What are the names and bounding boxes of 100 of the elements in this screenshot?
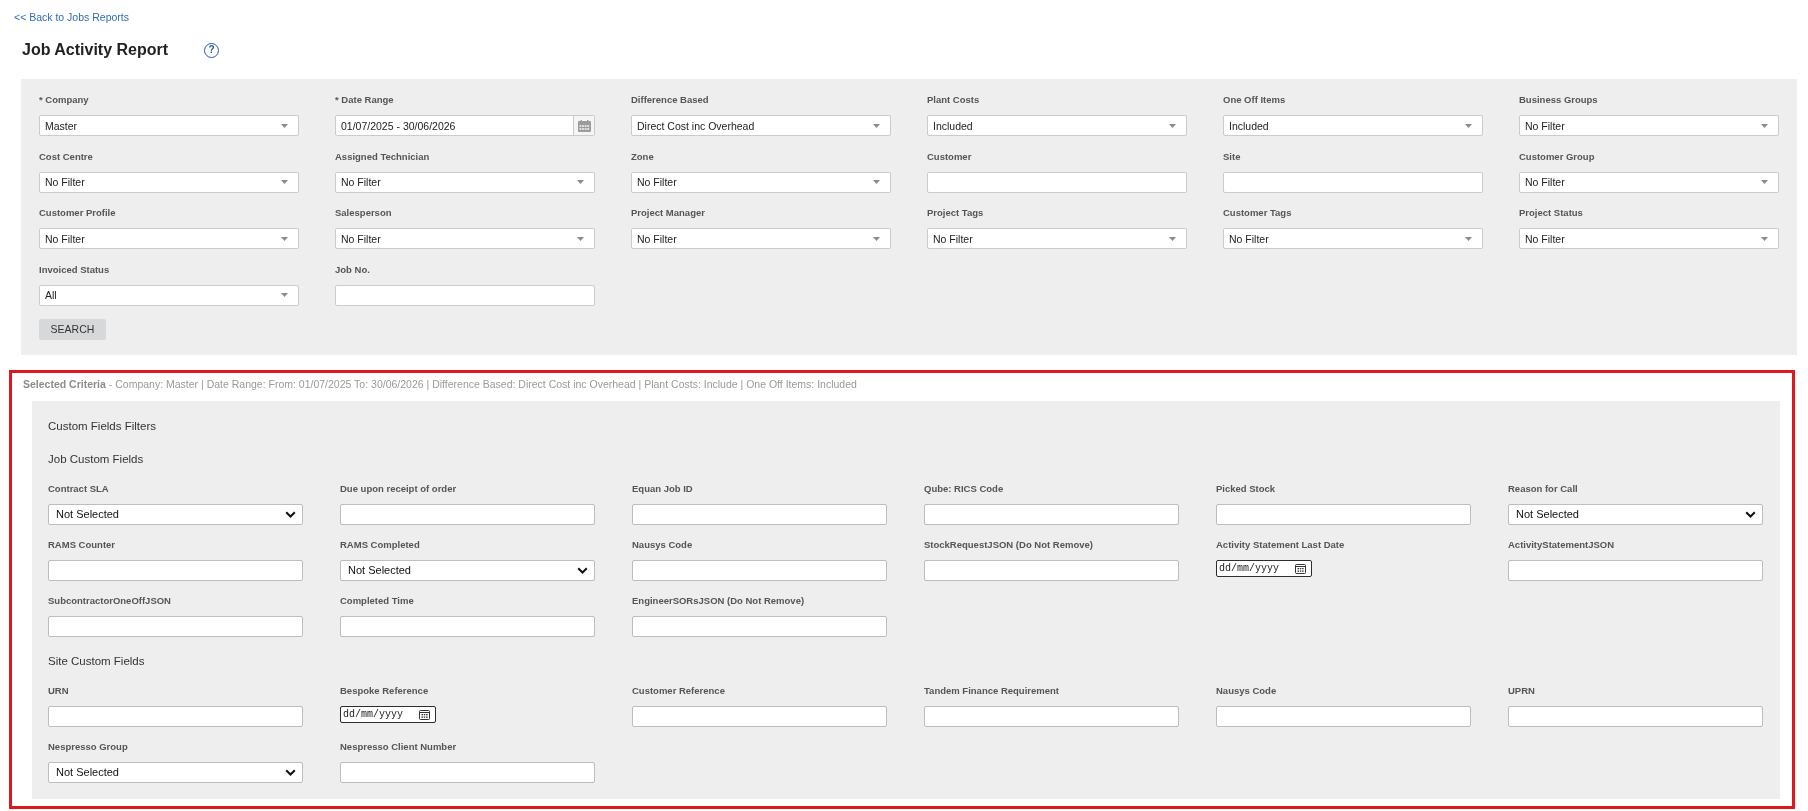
dropdown[interactable]: No Filter	[1519, 171, 1779, 193]
field-label: Project Tags	[927, 206, 985, 220]
field-label: Salesperson	[335, 206, 393, 220]
date-range-field[interactable]: 01/07/2025 - 30/06/2026	[335, 115, 595, 136]
field-label: ActivityStatementJSON	[1508, 537, 1616, 552]
dropdown[interactable]: No Filter	[927, 228, 1187, 249]
field-label: Invoiced Status	[39, 262, 111, 277]
field-label: Customer Tags	[1223, 206, 1293, 220]
dropdown[interactable]: No Filter	[335, 228, 595, 249]
text-field[interactable]	[1508, 705, 1763, 727]
calendar-icon	[419, 708, 430, 720]
dropdown[interactable]: Not Selected	[340, 559, 595, 581]
caret-icon	[281, 123, 288, 128]
search-button[interactable]: SEARCH	[39, 318, 106, 340]
text-field[interactable]	[1508, 559, 1763, 581]
text-field[interactable]	[335, 284, 595, 306]
help-button[interactable]: ?	[204, 42, 220, 58]
dropdown[interactable]: Not Selected	[48, 761, 303, 783]
field-label: URN	[48, 683, 70, 698]
text-field[interactable]	[340, 615, 595, 637]
caret-icon	[873, 180, 880, 184]
field-label: Due upon receipt of order	[340, 481, 458, 496]
calendar-button[interactable]	[573, 116, 594, 135]
field-label: Completed Time	[340, 593, 415, 608]
text-field[interactable]	[924, 705, 1179, 727]
dropdown[interactable]: No Filter	[39, 228, 299, 249]
back-link[interactable]: << Back to Jobs Reports	[14, 10, 129, 24]
field-label: Qube: RICS Code	[924, 481, 1005, 496]
caret-icon	[873, 123, 880, 128]
dropdown[interactable]: Not Selected	[48, 503, 303, 525]
dropdown[interactable]: All	[39, 284, 299, 306]
text-field[interactable]	[924, 503, 1179, 525]
dropdown[interactable]: Master	[39, 115, 299, 136]
caret-icon	[281, 293, 288, 297]
field-label: Picked Stock	[1216, 481, 1277, 496]
dropdown[interactable]: No Filter	[1223, 228, 1483, 249]
chevron-down-icon	[577, 566, 588, 574]
caret-icon	[1761, 236, 1768, 241]
caret-icon	[1761, 180, 1768, 184]
field-label: Business Groups	[1519, 93, 1599, 107]
chevron-down-icon	[285, 768, 296, 776]
field-label: Project Manager	[631, 206, 706, 220]
dropdown[interactable]: No Filter	[39, 171, 299, 193]
calendar-icon	[1295, 562, 1306, 574]
field-label: Customer Profile	[39, 206, 117, 220]
caret-icon	[873, 236, 880, 241]
text-field[interactable]	[632, 559, 887, 581]
text-field[interactable]	[927, 171, 1187, 193]
text-field[interactable]	[340, 761, 595, 783]
field-label: EngineerSORsJSON (Do Not Remove)	[632, 593, 806, 608]
caret-icon	[1169, 236, 1176, 241]
dropdown[interactable]: Direct Cost inc Overhead	[631, 115, 891, 136]
field-label: * Company	[39, 93, 90, 107]
field-label: Site	[1223, 149, 1242, 164]
field-label: * Date Range	[335, 93, 395, 107]
caret-icon	[281, 180, 288, 184]
text-field[interactable]	[48, 705, 303, 727]
dropdown[interactable]: No Filter	[1519, 228, 1779, 249]
text-field[interactable]	[1223, 171, 1483, 193]
field-label: RAMS Completed	[340, 537, 421, 552]
text-field[interactable]	[632, 503, 887, 525]
selected-criteria-text: Selected Criteria - Company: Master | Date Range: From: 01/07/2025 To: 30/06/2026 | Difference Based: Direct Cost inc Overhead | Plant Costs: Include | One Off Items: Included	[23, 376, 857, 391]
field-label: One Off Items	[1223, 93, 1287, 107]
field-label: Project Status	[1519, 206, 1584, 220]
text-field[interactable]	[924, 559, 1179, 581]
field-label: Nausys Code	[1216, 683, 1278, 698]
text-field[interactable]	[632, 615, 887, 637]
field-label: Bespoke Reference	[340, 683, 430, 698]
date-field[interactable]: dd/mm/yyyy	[340, 705, 436, 723]
chevron-down-icon	[1745, 510, 1756, 518]
text-field[interactable]	[1216, 705, 1471, 727]
text-field[interactable]	[48, 615, 303, 637]
section-heading: Job Custom Fields	[48, 451, 144, 467]
panel-title: Custom Fields Filters	[48, 418, 156, 434]
caret-icon	[1169, 123, 1176, 128]
dropdown[interactable]: No Filter	[631, 171, 891, 193]
dropdown[interactable]: Not Selected	[1508, 503, 1763, 525]
page-title: Job Activity Report	[22, 40, 169, 60]
caret-icon	[1465, 236, 1472, 241]
dropdown[interactable]: No Filter	[631, 228, 891, 249]
text-field[interactable]	[1216, 503, 1471, 525]
dropdown[interactable]: No Filter	[1519, 115, 1779, 136]
dropdown[interactable]: Included	[1223, 115, 1483, 136]
caret-icon	[1761, 123, 1768, 128]
field-label: Nausys Code	[632, 537, 694, 552]
field-label: Nespresso Client Number	[340, 739, 458, 754]
dropdown[interactable]: Included	[927, 115, 1187, 136]
text-field[interactable]	[48, 559, 303, 581]
field-label: Assigned Technician	[335, 149, 431, 164]
field-label: Reason for Call	[1508, 481, 1579, 496]
field-label: RAMS Counter	[48, 537, 117, 552]
date-field[interactable]: dd/mm/yyyy	[1216, 559, 1312, 577]
caret-icon	[281, 236, 288, 241]
field-label: SubcontractorOneOffJSON	[48, 593, 172, 608]
field-label: Contract SLA	[48, 481, 110, 496]
text-field[interactable]	[340, 503, 595, 525]
field-label: Job No.	[335, 262, 371, 277]
caret-icon	[1465, 123, 1472, 128]
text-field[interactable]	[632, 705, 887, 727]
dropdown[interactable]: No Filter	[335, 171, 595, 193]
